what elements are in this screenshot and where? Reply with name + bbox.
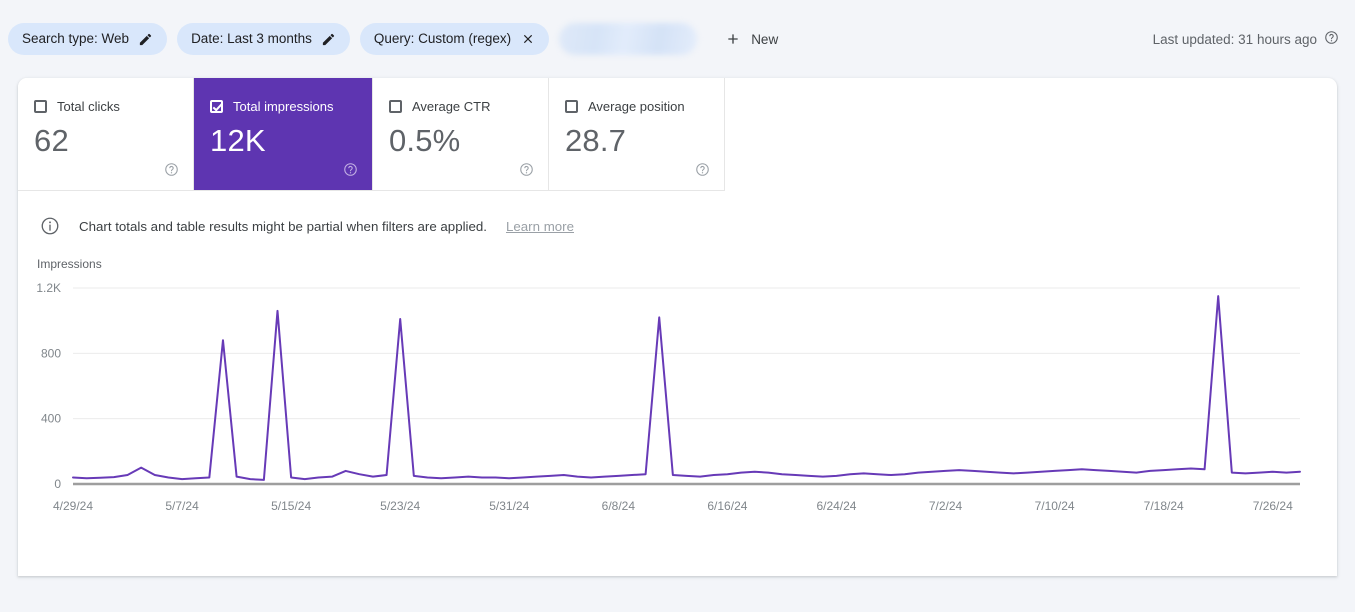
metric-card-average-position[interactable]: Average position 28.7 bbox=[548, 78, 725, 190]
metric-value: 28.7 bbox=[564, 123, 627, 158]
metric-header: Total clicks bbox=[34, 100, 193, 113]
edit-date-icon[interactable] bbox=[321, 32, 336, 47]
x-axis-tick-label: 7/26/24 bbox=[1253, 499, 1293, 513]
x-axis-tick-label: 6/8/24 bbox=[602, 499, 636, 513]
x-axis-tick-label: 5/7/24 bbox=[165, 499, 199, 513]
metric-label: Average CTR bbox=[411, 99, 491, 114]
new-filter-button[interactable]: New bbox=[717, 23, 790, 55]
metric-value: 12K bbox=[210, 123, 266, 158]
last-updated: Last updated: 31 hours ago bbox=[1153, 30, 1339, 48]
help-icon[interactable] bbox=[164, 162, 179, 177]
x-axis-tick-label: 5/23/24 bbox=[380, 499, 420, 513]
metric-header: Average CTR bbox=[388, 99, 548, 114]
x-axis-tick-label: 6/24/24 bbox=[816, 499, 856, 513]
metric-checkbox-total-clicks[interactable] bbox=[34, 100, 47, 113]
filter-chip-search-type[interactable]: Search type: Web bbox=[8, 23, 168, 55]
x-axis-tick-label: 5/31/24 bbox=[489, 499, 529, 513]
help-icon[interactable] bbox=[343, 162, 358, 177]
metric-label: Average position bbox=[587, 99, 685, 114]
metric-value: 62 bbox=[34, 123, 69, 158]
help-icon[interactable] bbox=[1324, 30, 1339, 48]
metric-label: Total impressions bbox=[233, 99, 334, 114]
x-axis-tick-label: 6/16/24 bbox=[707, 499, 747, 513]
x-axis-tick-label: 7/2/24 bbox=[929, 499, 963, 513]
metric-label: Total clicks bbox=[57, 99, 120, 114]
filter-chip-label: Date: Last 3 months bbox=[191, 31, 312, 47]
y-axis-tick-label: 400 bbox=[41, 412, 61, 426]
help-icon[interactable] bbox=[519, 162, 534, 177]
metric-header: Total impressions bbox=[210, 100, 372, 113]
last-updated-label: Last updated: 31 hours ago bbox=[1152, 31, 1317, 47]
metric-card-total-impressions[interactable]: Total impressions 12K bbox=[194, 78, 373, 190]
metric-checkbox-average-ctr[interactable] bbox=[388, 100, 402, 113]
filter-chip-date[interactable]: Date: Last 3 months bbox=[177, 23, 350, 55]
performance-panel: Total clicks 62 Total impressions 12K Av… bbox=[18, 78, 1337, 576]
metric-checkbox-total-impressions[interactable] bbox=[210, 100, 224, 113]
banner-text: Chart totals and table results might be … bbox=[79, 218, 487, 234]
filter-chip-label: Query: Custom (regex) bbox=[373, 31, 512, 47]
x-axis-tick-label: 4/29/24 bbox=[53, 499, 93, 513]
partial-results-banner: Chart totals and table results might be … bbox=[18, 191, 1337, 243]
chart-canvas[interactable]: 0 400 800 1.2K 4/29/24 5/7/24 5/15/24 5/23/24 5/… bbox=[18, 257, 1337, 547]
metric-card-total-clicks[interactable]: Total clicks 62 bbox=[18, 78, 195, 190]
metric-value: 0.5% bbox=[388, 123, 461, 158]
remove-query-filter-icon[interactable] bbox=[520, 32, 535, 47]
impressions-chart: Impressions 0 400 800 1.2K 4/29/24 5/7/24 5/15… bbox=[18, 257, 1337, 557]
help-icon[interactable] bbox=[695, 162, 710, 177]
metric-checkbox-average-position[interactable] bbox=[564, 100, 578, 113]
filter-chip-redacted[interactable] bbox=[559, 23, 698, 55]
chart-line-impressions[interactable] bbox=[72, 295, 1301, 481]
plus-icon bbox=[725, 31, 741, 47]
x-axis-tick-label: 7/10/24 bbox=[1035, 499, 1075, 513]
info-icon bbox=[40, 216, 60, 236]
learn-more-link[interactable]: Learn more bbox=[506, 219, 574, 234]
metric-header: Average position bbox=[564, 99, 724, 114]
filter-bar: Search type: Web Date: Last 3 months Que… bbox=[0, 0, 1355, 78]
x-axis-tick-label: 7/18/24 bbox=[1144, 499, 1184, 513]
filter-chip-label: Search type: Web bbox=[22, 31, 130, 47]
y-axis-tick-label: 0 bbox=[54, 477, 61, 491]
metric-card-average-ctr[interactable]: Average CTR 0.5% bbox=[372, 78, 549, 190]
edit-search-type-icon[interactable] bbox=[138, 32, 153, 47]
filter-chip-query[interactable]: Query: Custom (regex) bbox=[359, 23, 550, 55]
metric-cards: Total clicks 62 Total impressions 12K Av… bbox=[18, 78, 725, 191]
x-axis-tick-label: 5/15/24 bbox=[271, 499, 311, 513]
y-axis-tick-label: 800 bbox=[41, 346, 61, 360]
y-axis-tick-label: 1.2K bbox=[36, 281, 61, 295]
new-filter-label: New bbox=[751, 31, 779, 47]
